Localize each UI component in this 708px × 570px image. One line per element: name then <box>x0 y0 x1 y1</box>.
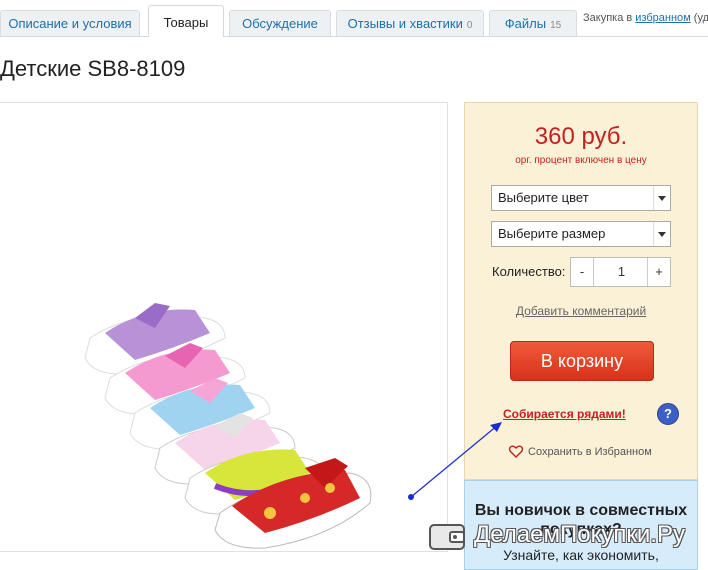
size-select-value: Выберите размер <box>498 226 606 241</box>
watermark-text: ДелаемПокупки.Ру <box>474 521 685 548</box>
add-comment-link[interactable]: Добавить комментарий <box>465 304 697 318</box>
quantity-label: Количество: <box>492 264 566 279</box>
favorites-link[interactable]: избранном <box>635 12 690 24</box>
rows-info-link[interactable]: Собирается рядами! <box>503 407 626 421</box>
tab-reviews[interactable]: Отзывы и хвастики 0 <box>336 10 484 36</box>
tab-label: Описание и условия <box>8 16 132 31</box>
product-image[interactable] <box>75 298 375 558</box>
color-select[interactable]: Выберите цвет <box>491 185 671 211</box>
tab-discussion[interactable]: Обсуждение <box>229 10 331 36</box>
tab-files[interactable]: Файлы 15 <box>489 10 577 36</box>
add-to-cart-button[interactable]: В корзину <box>510 341 654 381</box>
tab-label: Файлы <box>504 16 547 31</box>
price-note: орг. процент включен в цену <box>515 155 647 166</box>
heart-icon[interactable] <box>509 445 523 458</box>
buy-panel: 360 руб. орг. процент включен в цену Выб… <box>464 102 698 480</box>
tab-goods[interactable]: Товары <box>148 5 224 37</box>
collect-prefix: Закупка в <box>583 12 636 24</box>
tab-label: Отзывы и хвастики <box>347 16 463 31</box>
tab-description[interactable]: Описание и условия <box>0 10 140 36</box>
price: 360 руб. <box>534 123 628 150</box>
product-image-panel <box>0 102 448 552</box>
wallet-icon <box>429 524 465 550</box>
dropdown-arrow-icon <box>653 222 670 246</box>
help-icon[interactable]: ? <box>657 403 679 425</box>
save-to-favorites-link[interactable]: Сохранить в Избранном <box>528 446 652 458</box>
tab-count: 15 <box>550 20 562 31</box>
dropdown-arrow-icon <box>653 186 670 210</box>
tab-bar: Описание и условия Товары Обсуждение Отз… <box>0 0 708 37</box>
collect-suffix: (уд <box>690 12 708 24</box>
quantity-input[interactable]: 1 <box>593 258 650 286</box>
tab-label: Товары <box>163 15 209 30</box>
color-select-value: Выберите цвет <box>498 190 589 205</box>
tab-label: Обсуждение <box>242 16 318 31</box>
size-select[interactable]: Выберите размер <box>491 221 671 247</box>
quantity-decrease-button[interactable]: - <box>571 258 594 286</box>
quantity-increase-button[interactable]: + <box>647 258 670 286</box>
collect-favorites: Закупка в избранном (уд <box>583 12 708 24</box>
tab-count: 0 <box>466 20 473 31</box>
watermark: ДелаемПокупки.Ру <box>428 519 708 555</box>
product-title: Детские SB8-8109 <box>0 56 186 81</box>
quantity-stepper: - 1 + <box>570 257 671 287</box>
